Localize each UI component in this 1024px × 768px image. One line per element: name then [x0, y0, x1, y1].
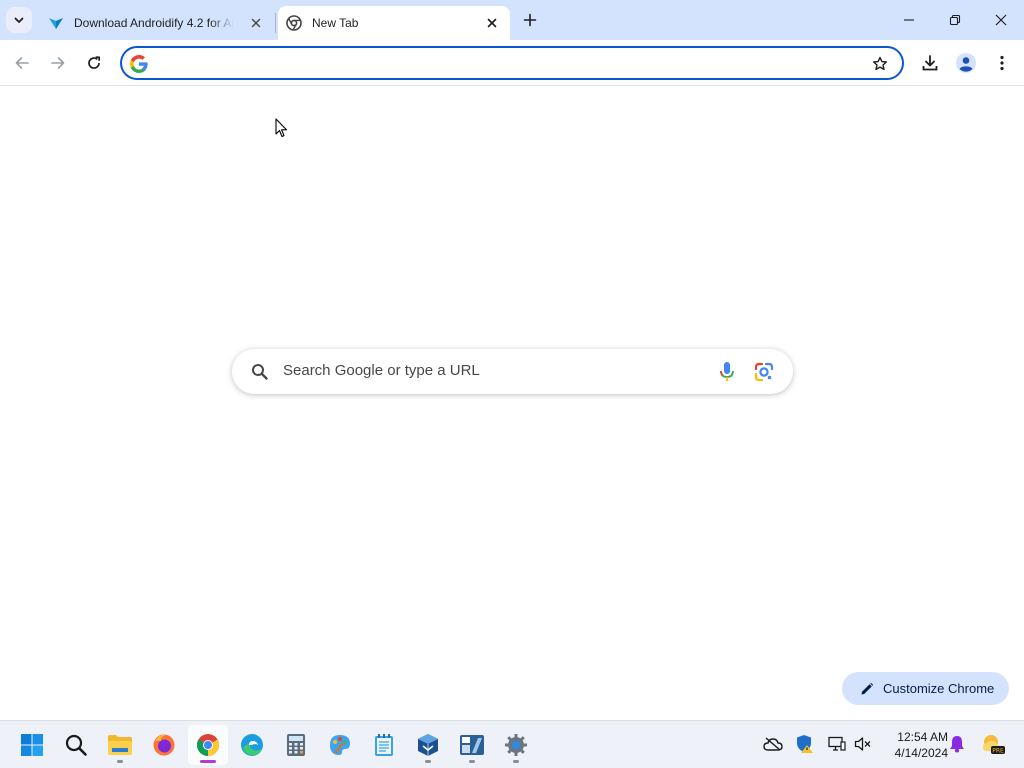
- clock-time: 12:54 AM: [897, 730, 948, 744]
- taskbar-settings[interactable]: [496, 725, 536, 765]
- address-input[interactable]: [156, 52, 856, 74]
- taskbar: 12:54 AM 4/14/2024 PRE: [0, 720, 1024, 768]
- tab-new-tab[interactable]: New Tab: [278, 6, 510, 40]
- close-window-button[interactable]: [978, 0, 1024, 40]
- taskbar-cpuz[interactable]: [452, 725, 492, 765]
- google-lens-icon[interactable]: [753, 361, 775, 383]
- shield-warning-icon: [797, 735, 813, 753]
- cpuz-icon: [460, 735, 484, 755]
- taskbar-file-explorer[interactable]: [100, 725, 140, 765]
- address-bar[interactable]: [120, 46, 904, 80]
- edge-icon: [241, 734, 263, 756]
- reload-button[interactable]: [80, 49, 108, 77]
- speaker-muted-icon: [854, 737, 871, 751]
- tab-divider: [275, 13, 276, 33]
- tab-strip: Download Androidify 4.2 for Android New …: [0, 0, 1024, 40]
- taskbar-calculator[interactable]: [276, 725, 316, 765]
- running-indicator: [425, 760, 431, 763]
- chrome-icon: [197, 734, 219, 756]
- tray-onedrive[interactable]: [762, 733, 784, 755]
- tray-security[interactable]: [794, 733, 816, 755]
- minimize-icon: [904, 19, 914, 21]
- taskbar-notepad[interactable]: [364, 725, 404, 765]
- profile-button[interactable]: [952, 49, 980, 77]
- customize-chrome-label: Customize Chrome: [883, 681, 995, 696]
- forward-button[interactable]: [44, 49, 72, 77]
- google-g-icon: [130, 55, 148, 73]
- ntp-search-box[interactable]: Search Google or type a URL: [232, 349, 793, 394]
- voice-search-icon[interactable]: [717, 361, 737, 383]
- notification-bell-icon: [950, 736, 964, 753]
- firefox-icon: [153, 734, 175, 756]
- display-icon: [828, 736, 846, 751]
- plus-icon: [523, 13, 537, 27]
- reload-icon: [88, 56, 101, 69]
- restore-button[interactable]: [932, 0, 978, 40]
- bookmark-star-icon[interactable]: [870, 54, 890, 74]
- forward-arrow-icon: [51, 57, 65, 69]
- downloads-button[interactable]: [916, 49, 944, 77]
- chrome-favicon-icon: [286, 15, 302, 31]
- settings-gear-icon: [505, 734, 527, 756]
- back-button[interactable]: [8, 49, 36, 77]
- search-icon: [252, 364, 268, 380]
- calculator-icon: [287, 734, 305, 756]
- tab-close-icon[interactable]: [484, 15, 500, 31]
- onedrive-offline-icon: [763, 737, 783, 751]
- search-icon: [65, 734, 87, 756]
- file-explorer-icon: [108, 735, 132, 755]
- taskbar-chrome[interactable]: [188, 725, 228, 765]
- running-indicator: [117, 760, 123, 763]
- mouse-cursor-icon: [275, 118, 288, 138]
- tray-notifications[interactable]: [946, 733, 968, 755]
- customize-chrome-button[interactable]: Customize Chrome: [842, 672, 1009, 705]
- running-indicator: [469, 760, 475, 763]
- tray-volume[interactable]: [852, 733, 874, 755]
- minimize-button[interactable]: [886, 0, 932, 40]
- running-indicator: [513, 760, 519, 763]
- tab-androidify[interactable]: Download Androidify 4.2 for Android: [40, 6, 274, 40]
- download-icon: [922, 55, 938, 71]
- taskbar-virtualbox[interactable]: [408, 725, 448, 765]
- start-button[interactable]: [12, 725, 52, 765]
- tab-close-icon[interactable]: [248, 15, 264, 31]
- svg-text:PRE: PRE: [992, 748, 1004, 755]
- running-indicator: [200, 760, 216, 763]
- taskbar-edge[interactable]: [232, 725, 272, 765]
- taskbar-clock[interactable]: 12:54 AM 4/14/2024: [878, 729, 948, 761]
- notepad-icon: [375, 734, 393, 756]
- tray-copilot-pre[interactable]: PRE: [980, 733, 1006, 755]
- restore-icon: [949, 14, 961, 26]
- avatar-icon: [956, 53, 976, 73]
- ntp-search-placeholder: Search Google or type a URL: [283, 362, 480, 379]
- tab-title: New Tab: [312, 16, 359, 30]
- new-tab-button[interactable]: [518, 8, 542, 32]
- more-vert-icon: [1000, 55, 1004, 71]
- close-icon: [995, 14, 1007, 26]
- taskbar-search-button[interactable]: [56, 725, 96, 765]
- androidify-favicon-icon: [48, 15, 64, 31]
- clock-date: 4/14/2024: [894, 746, 948, 760]
- virtualbox-icon: [418, 734, 438, 756]
- menu-button[interactable]: [988, 49, 1016, 77]
- taskbar-firefox[interactable]: [144, 725, 184, 765]
- paint-icon: [330, 735, 350, 755]
- taskbar-paint[interactable]: [320, 725, 360, 765]
- tab-search-button[interactable]: [6, 7, 32, 33]
- back-arrow-icon: [15, 57, 29, 69]
- tab-title: Download Androidify 4.2 for Android: [74, 16, 234, 30]
- pencil-icon: [861, 682, 874, 694]
- windows-start-icon: [21, 734, 43, 756]
- chevron-down-icon: [14, 17, 24, 23]
- browser-toolbar: [0, 40, 1024, 86]
- weather-pre-icon: PRE: [983, 735, 1005, 755]
- tray-display[interactable]: [826, 733, 848, 755]
